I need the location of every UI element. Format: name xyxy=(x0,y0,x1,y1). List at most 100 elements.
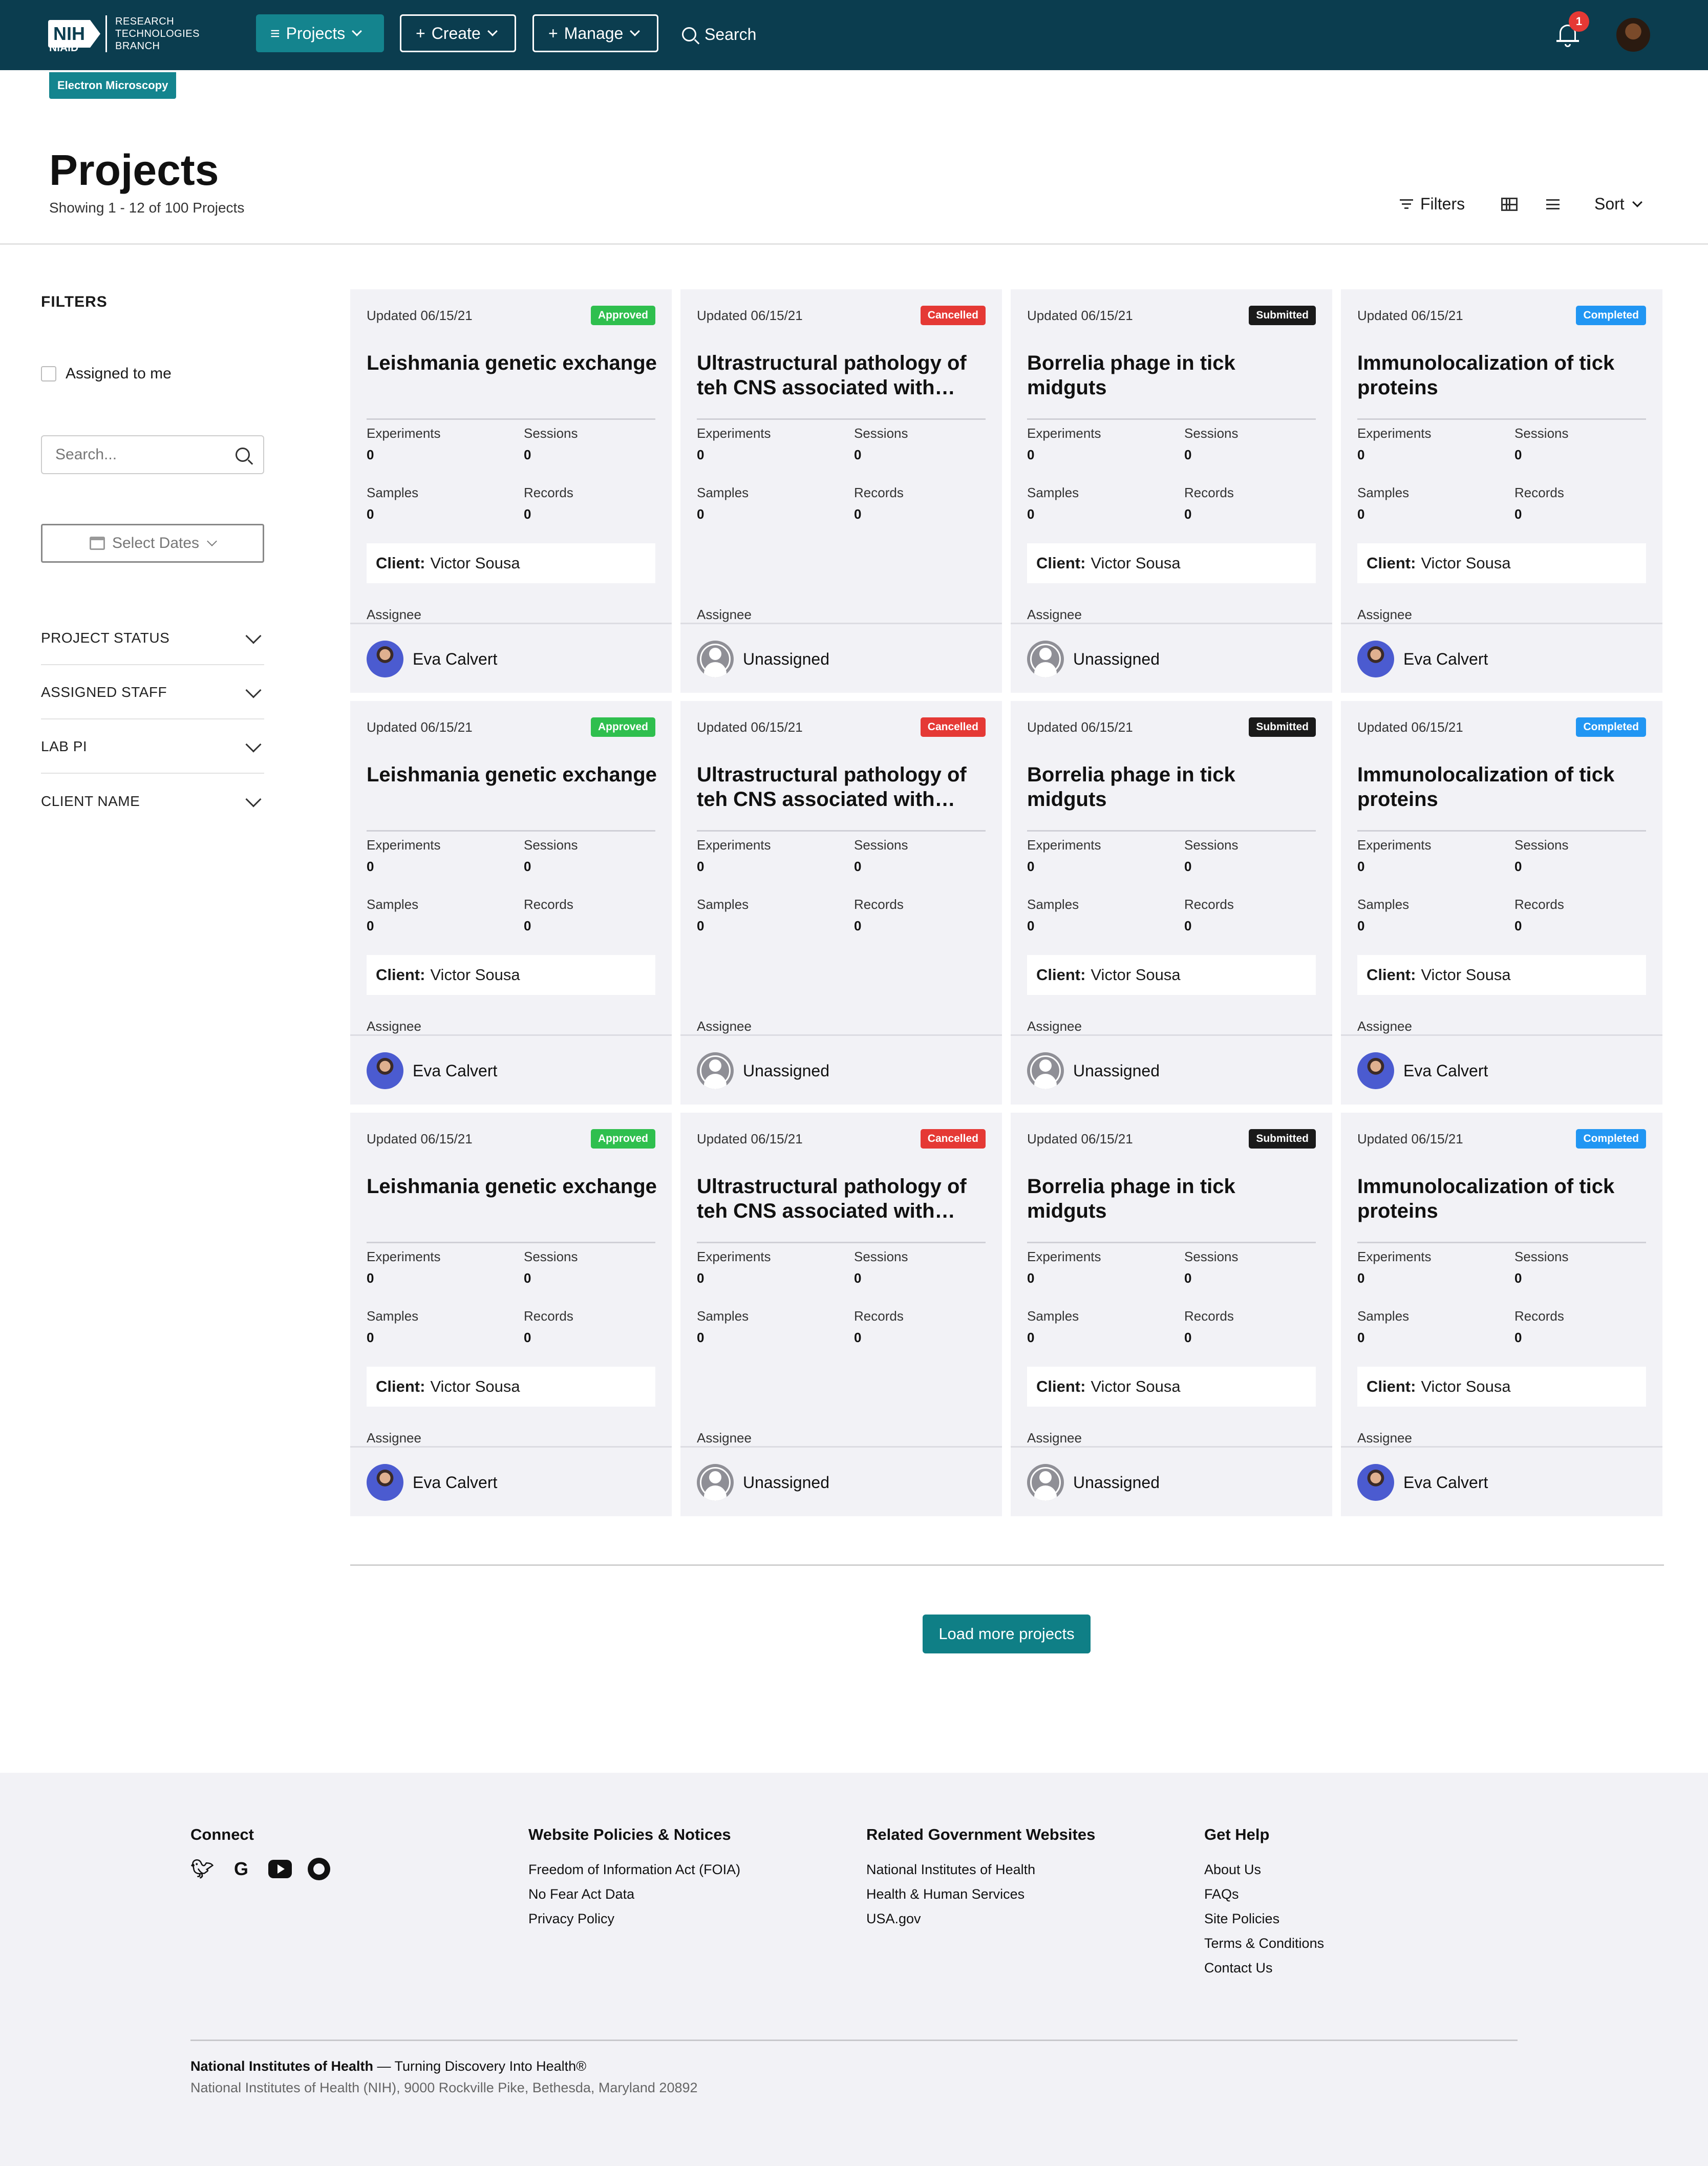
assignee[interactable]: Eva Calvert xyxy=(1357,1052,1488,1089)
records-label: Records xyxy=(1184,485,1234,500)
assignee[interactable]: Eva Calvert xyxy=(367,1464,497,1501)
google-icon[interactable]: G xyxy=(229,1857,253,1881)
project-title[interactable]: Leishmania genetic exchange xyxy=(367,762,658,787)
sessions-value: 0 xyxy=(524,1270,531,1286)
accordion-assigned-staff[interactable]: ASSIGNED STAFF xyxy=(41,666,264,719)
footer-link[interactable]: Site Policies xyxy=(1204,1906,1324,1931)
chevron-down-icon xyxy=(245,791,262,808)
manage-menu-button[interactable]: + Manage xyxy=(532,14,658,52)
project-card[interactable]: Updated 06/15/21 Approved Leishmania genet… xyxy=(350,289,672,693)
sort-label: Sort xyxy=(1594,195,1625,213)
nih-logo[interactable]: NIH NIAID RESEARCH TECHNOLOGIES BRANCH xyxy=(48,15,200,54)
youtube-icon[interactable] xyxy=(268,1857,292,1881)
project-card[interactable]: Updated 06/15/21 Completed Immunolocalizat… xyxy=(1341,289,1662,693)
assignee-label: Assignee xyxy=(1357,1018,1412,1034)
assignee[interactable]: Eva Calvert xyxy=(1357,641,1488,677)
status-badge: Approved xyxy=(590,1129,655,1149)
project-title[interactable]: Ultrastructural pathology of teh CNS ass… xyxy=(697,762,989,812)
assignee[interactable]: Eva Calvert xyxy=(367,641,497,677)
project-title[interactable]: Leishmania genetic exchange xyxy=(367,1174,658,1199)
records-label: Records xyxy=(854,1308,904,1324)
list-view-button[interactable] xyxy=(1546,199,1560,209)
footer-link[interactable]: National Institutes of Health xyxy=(866,1857,1095,1882)
niaid-label: NIAID xyxy=(49,42,79,54)
sessions-value: 0 xyxy=(1514,859,1522,874)
footer-tagline: National Institutes of Health — Turning … xyxy=(190,2058,586,2074)
assignee[interactable]: Eva Calvert xyxy=(1357,1464,1488,1501)
grid-view-icon xyxy=(1501,198,1518,211)
sort-dropdown[interactable]: Sort xyxy=(1594,195,1642,214)
user-placeholder-icon xyxy=(1027,1464,1064,1501)
footer-link[interactable]: Terms & Conditions xyxy=(1204,1931,1324,1956)
footer-link[interactable]: No Fear Act Data xyxy=(528,1882,740,1906)
experiments-value: 0 xyxy=(697,859,704,874)
assignee[interactable]: Unassigned xyxy=(697,1464,829,1501)
project-card[interactable]: Updated 06/15/21 Submitted Borrelia phage … xyxy=(1011,701,1332,1105)
footer-link[interactable]: Freedom of Information Act (FOIA) xyxy=(528,1857,740,1882)
project-card[interactable]: Updated 06/15/21 Approved Leishmania genet… xyxy=(350,1113,672,1516)
accordion-client-name[interactable]: CLIENT NAME xyxy=(41,775,264,828)
sessions-label: Sessions xyxy=(1514,1249,1569,1264)
footer-link[interactable]: USA.gov xyxy=(866,1906,1095,1931)
footer-link[interactable]: About Us xyxy=(1204,1857,1324,1882)
assignee[interactable]: Unassigned xyxy=(1027,1052,1160,1089)
assignee[interactable]: Eva Calvert xyxy=(367,1052,497,1089)
sessions-value: 0 xyxy=(854,1270,862,1286)
samples-label: Samples xyxy=(697,897,749,912)
accordion-lab-pi[interactable]: LAB PI xyxy=(41,720,264,774)
assignee[interactable]: Unassigned xyxy=(1027,1464,1160,1501)
assignee-name: Eva Calvert xyxy=(413,1473,498,1492)
assigned-to-me-checkbox[interactable] xyxy=(41,366,56,381)
assignee[interactable]: Unassigned xyxy=(697,1052,829,1089)
project-title[interactable]: Immunolocalization of tick proteins xyxy=(1357,1174,1649,1223)
avatar xyxy=(367,641,403,677)
twitter-icon[interactable]: 🐦︎ xyxy=(190,1857,214,1881)
assignee[interactable]: Unassigned xyxy=(1027,641,1160,677)
search-icon xyxy=(682,27,696,41)
samples-label: Samples xyxy=(367,1308,419,1324)
project-title[interactable]: Ultrastructural pathology of teh CNS ass… xyxy=(697,351,989,400)
project-title[interactable]: Ultrastructural pathology of teh CNS ass… xyxy=(697,1174,989,1223)
project-card[interactable]: Updated 06/15/21 Cancelled Ultrastructural… xyxy=(680,701,1002,1105)
client-label: Client: xyxy=(1367,554,1416,572)
assigned-to-me-filter[interactable]: Assigned to me xyxy=(41,365,172,383)
updated-date: Updated 06/15/21 xyxy=(367,308,473,323)
footer-link[interactable]: FAQs xyxy=(1204,1882,1324,1906)
project-card[interactable]: Updated 06/15/21 Cancelled Ultrastructural… xyxy=(680,1113,1002,1516)
project-card[interactable]: Updated 06/15/21 Submitted Borrelia phage … xyxy=(1011,289,1332,693)
project-title[interactable]: Immunolocalization of tick proteins xyxy=(1357,351,1649,400)
project-card[interactable]: Updated 06/15/21 Approved Leishmania genet… xyxy=(350,701,672,1105)
records-label: Records xyxy=(524,485,573,500)
filter-search-input[interactable]: Search... xyxy=(41,435,264,474)
projects-menu-button[interactable]: ≡ Projects xyxy=(256,14,384,52)
footer-link[interactable]: Privacy Policy xyxy=(528,1906,740,1931)
client-label: Client: xyxy=(1036,1377,1086,1395)
project-card[interactable]: Updated 06/15/21 Completed Immunolocalizat… xyxy=(1341,701,1662,1105)
footer-link[interactable]: Contact Us xyxy=(1204,1956,1324,1980)
grid-view-button[interactable] xyxy=(1501,198,1518,211)
project-title[interactable]: Borrelia phage in tick midguts xyxy=(1027,762,1319,812)
filters-toggle[interactable]: Filters xyxy=(1400,195,1465,214)
select-dates-button[interactable]: Select Dates xyxy=(41,524,264,563)
project-title[interactable]: Leishmania genetic exchange xyxy=(367,351,658,375)
project-card[interactable]: Updated 06/15/21 Completed Immunolocalizat… xyxy=(1341,1113,1662,1516)
user-avatar[interactable] xyxy=(1615,16,1652,53)
load-more-button[interactable]: Load more projects xyxy=(923,1615,1091,1653)
samples-value: 0 xyxy=(1357,918,1365,933)
records-value: 0 xyxy=(854,1330,862,1345)
project-title[interactable]: Borrelia phage in tick midguts xyxy=(1027,1174,1319,1223)
card-divider xyxy=(1357,418,1646,420)
samples-value: 0 xyxy=(1357,506,1365,522)
section-tag[interactable]: Electron Microscopy xyxy=(49,72,177,99)
project-card[interactable]: Updated 06/15/21 Cancelled Ultrastructural… xyxy=(680,289,1002,693)
project-card[interactable]: Updated 06/15/21 Submitted Borrelia phage … xyxy=(1011,1113,1332,1516)
project-title[interactable]: Immunolocalization of tick proteins xyxy=(1357,762,1649,812)
footer-connect: Connect 🐦︎ G xyxy=(190,1825,331,1881)
create-menu-button[interactable]: + Create xyxy=(400,14,516,52)
footer-link[interactable]: Health & Human Services xyxy=(866,1882,1095,1906)
global-search[interactable]: Search xyxy=(682,20,756,48)
github-icon[interactable] xyxy=(307,1857,331,1881)
project-title[interactable]: Borrelia phage in tick midguts xyxy=(1027,351,1319,400)
accordion-project-status[interactable]: PROJECT STATUS xyxy=(41,612,264,665)
assignee[interactable]: Unassigned xyxy=(697,641,829,677)
